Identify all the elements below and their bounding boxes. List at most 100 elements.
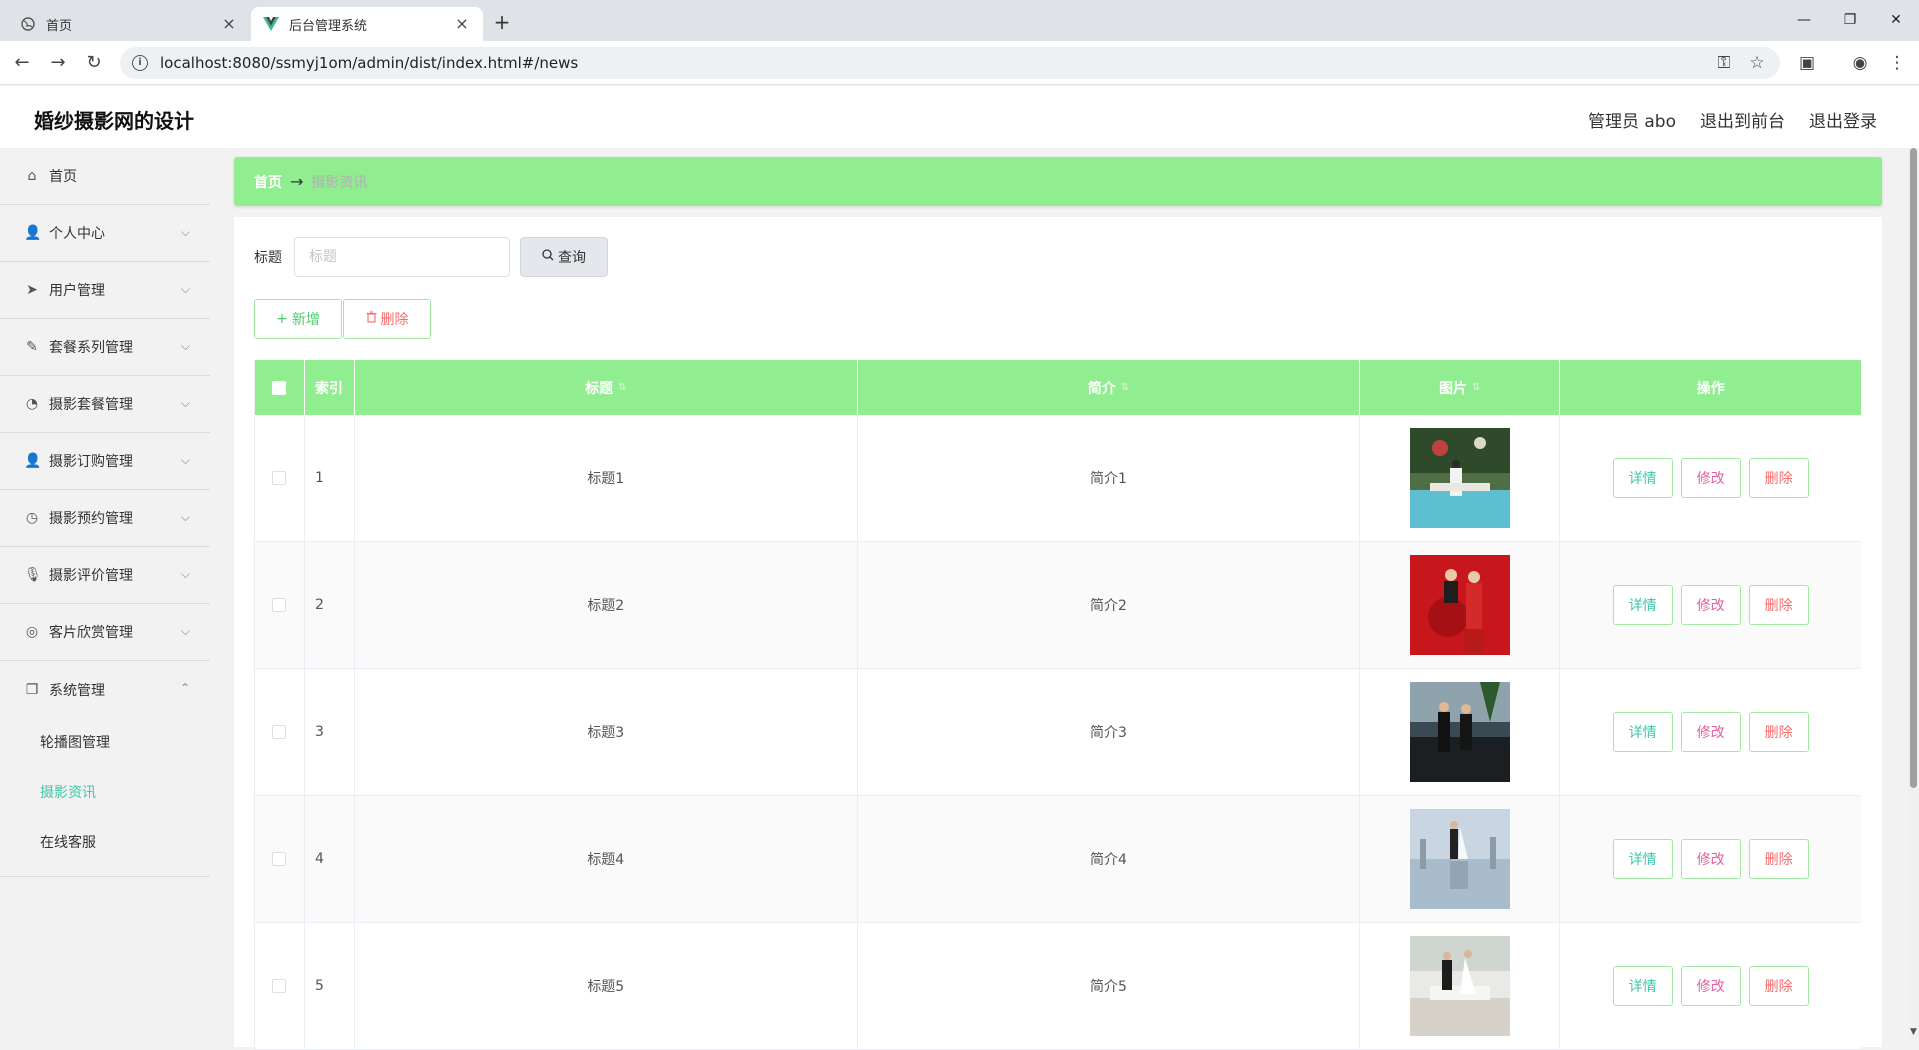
logout-link[interactable]: 退出登录 [1809,107,1877,132]
column-header-title[interactable]: 标题 ⇅ [355,360,858,415]
edit-button[interactable]: 修改 [1680,966,1741,1006]
copy-icon: ❐ [25,681,39,698]
wedding-photo-thumbnail[interactable] [1409,936,1510,1036]
edit-button[interactable]: 修改 [1680,585,1741,625]
detail-button[interactable]: 详情 [1612,585,1673,625]
row-actions: 详情 修改 删除 [1560,669,1861,795]
close-window-icon[interactable]: ✕ [1873,6,1919,34]
add-button[interactable]: + 新增 [254,299,342,339]
search-label: 标题 [254,250,282,266]
back-icon[interactable]: ← [8,49,36,77]
sidebar-subitem-news[interactable]: 摄影资讯 [0,768,210,818]
row-checkbox[interactable] [272,979,287,993]
sidebar-item-gallery[interactable]: ◎ 客片欣赏管理 ⌵ [0,604,210,661]
action-row: + 新增 删除 [254,299,431,339]
sort-icon[interactable]: ⇅ [1121,382,1129,393]
sidebar-subitem-online-service[interactable]: 在线客服 [0,818,210,868]
exit-to-frontend-link[interactable]: 退出到前台 [1700,107,1785,132]
scrollbar-thumb[interactable] [1910,148,1917,788]
row-checkbox[interactable] [272,471,287,485]
detail-button[interactable]: 详情 [1612,458,1673,498]
delete-button[interactable]: 删除 [1748,712,1809,752]
wedding-photo-thumbnail[interactable] [1409,555,1510,655]
forward-icon[interactable]: → [44,49,72,77]
sort-icon[interactable]: ⇅ [618,382,626,393]
admin-user-link[interactable]: 管理员 abo [1588,107,1676,132]
delete-button[interactable]: 删除 [1748,458,1809,498]
edit-button[interactable]: 修改 [1680,712,1741,752]
row-title: 标题2 [355,542,858,668]
row-checkbox[interactable] [272,852,287,866]
sidebar-item-orders[interactable]: 👤 摄影订购管理 ⌵ [0,433,210,490]
sidebar-item-profile[interactable]: 👤 个人中心 ⌵ [0,205,210,262]
sidebar-item-label: 摄影订购管理 [49,454,133,470]
globe-icon [20,16,36,32]
delete-button[interactable]: 删除 [1748,839,1809,879]
title-search-input[interactable] [294,237,510,277]
minimize-icon[interactable]: — [1781,6,1827,34]
star-icon[interactable]: ☆ [1743,49,1771,77]
sidebar-item-reviews[interactable]: 🎙 摄影评价管理 ⌵ [0,547,210,604]
wedding-photo-thumbnail[interactable] [1409,682,1510,782]
column-header-actions: 操作 [1696,380,1725,397]
edit-button[interactable]: 修改 [1680,839,1741,879]
site-info-icon[interactable]: i [132,55,148,71]
close-tab-icon[interactable]: × [220,15,238,33]
select-all-checkbox[interactable] [272,380,287,395]
search-button[interactable]: 查询 [520,237,608,277]
sidebar-item-photo-packages[interactable]: ◔ 摄影套餐管理 ⌵ [0,376,210,433]
delete-button[interactable]: 删除 [1748,966,1809,1006]
key-icon[interactable]: ⚿ [1710,49,1738,77]
detail-button[interactable]: 详情 [1612,839,1673,879]
row-image-cell [1360,542,1561,668]
detail-button[interactable]: 详情 [1612,966,1673,1006]
row-check-cell [255,542,305,668]
wedding-photo-thumbnail[interactable] [1409,809,1510,909]
table-row: 4 标题4 简介4 详情 修改 删除 [255,796,1861,923]
row-actions: 详情 修改 删除 [1560,796,1861,922]
menu-icon[interactable]: ⋮ [1883,49,1911,77]
arrow-right-icon: → [290,172,304,191]
app-header: 婚纱摄影网的设计 管理员 abo 退出到前台 退出登录 [0,86,1919,148]
browser-tab-admin[interactable]: 后台管理系统 × [251,7,483,41]
row-checkbox[interactable] [272,725,287,739]
main-content: 首页 → 摄影资讯 标题 查询 + 新增 删除 [234,157,1882,1050]
address-bar[interactable]: i localhost:8080/ssmyj1om/admin/dist/ind… [120,47,1780,79]
sidebar: ⌂ 首页 👤 个人中心 ⌵ ➤ 用户管理 ⌵ ✎ 套餐系列管理 ⌵ ◔ 摄影套餐… [0,148,210,1039]
sidebar-subitem-carousel[interactable]: 轮播图管理 [0,718,210,768]
sidebar-item-label: 套餐系列管理 [49,340,133,356]
sidebar-item-system[interactable]: ❐ 系统管理 ⌃ [0,661,210,718]
restore-icon[interactable]: ❐ [1827,6,1873,34]
close-tab-icon[interactable]: × [453,15,471,33]
edit-button[interactable]: 修改 [1680,458,1741,498]
column-header-label: 图片 [1439,380,1468,397]
sidebar-item-users[interactable]: ➤ 用户管理 ⌵ [0,262,210,319]
plus-icon: + [276,311,288,327]
delete-button[interactable]: 删除 [1748,585,1809,625]
row-actions: 详情 修改 删除 [1560,542,1861,668]
breadcrumb-home[interactable]: 首页 [254,172,282,192]
browser-tab-home[interactable]: 首页 × [8,7,250,41]
column-header-intro[interactable]: 简介 ⇅ [858,360,1361,415]
column-header-label: 标题 [585,380,614,397]
vue-icon [263,16,279,32]
row-actions: 详情 修改 删除 [1560,923,1861,1049]
sidebar-item-package-series[interactable]: ✎ 套餐系列管理 ⌵ [0,319,210,376]
reading-list-icon[interactable]: ▣ [1793,49,1821,77]
new-tab-icon[interactable]: + [490,10,514,34]
row-title: 标题5 [355,923,858,1049]
sidebar-item-appointments[interactable]: ◷ 摄影预约管理 ⌵ [0,490,210,547]
sort-icon[interactable]: ⇅ [1472,382,1480,393]
page-scrollbar[interactable]: ▼ [1908,148,1919,1039]
bulk-delete-button[interactable]: 删除 [343,299,431,339]
wedding-photo-thumbnail[interactable] [1409,428,1510,528]
row-checkbox[interactable] [272,598,287,612]
profile-icon[interactable]: ◉ [1846,49,1874,77]
sidebar-item-home[interactable]: ⌂ 首页 [0,148,210,205]
chevron-down-icon: ⌵ [180,339,190,353]
column-header-label: 简介 [1087,380,1116,397]
scroll-down-icon[interactable]: ▼ [1908,1025,1919,1039]
detail-button[interactable]: 详情 [1612,712,1673,752]
reload-icon[interactable]: ↻ [80,49,108,77]
column-header-image[interactable]: 图片 ⇅ [1360,360,1561,415]
